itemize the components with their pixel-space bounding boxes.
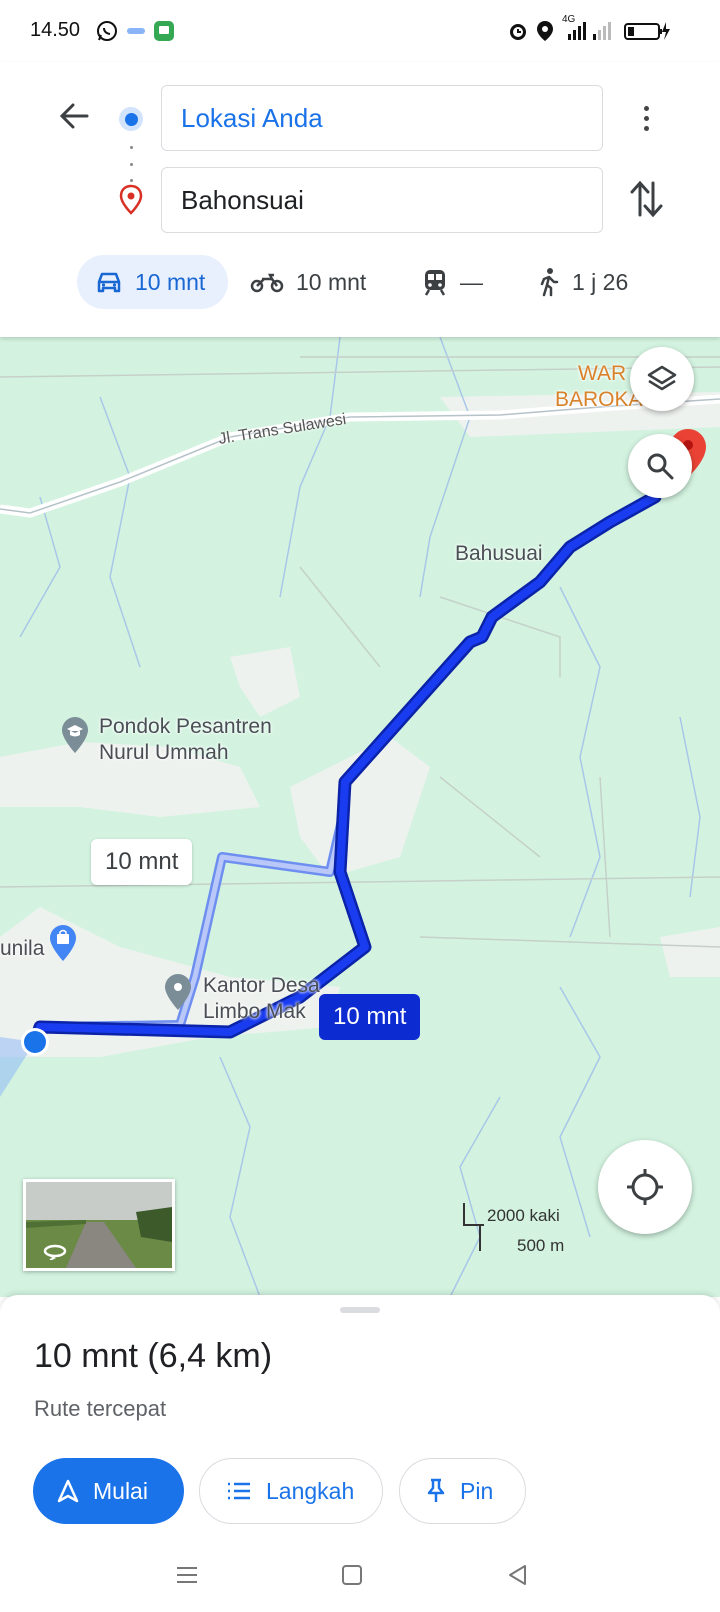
- main-route-time-chip[interactable]: 10 mnt: [319, 994, 421, 1040]
- pin-label: Pin: [460, 1477, 494, 1504]
- home-square-icon[interactable]: [337, 1560, 367, 1590]
- mode-walk[interactable]: 1 j 26: [518, 255, 646, 309]
- pin-button[interactable]: Pin: [399, 1458, 526, 1524]
- route-description: Rute tercepat: [34, 1396, 167, 1421]
- shopping-pin-icon[interactable]: [48, 923, 78, 963]
- scale-imperial: 2000 kaki: [487, 1206, 560, 1225]
- mode-car[interactable]: 10 mnt: [77, 255, 228, 309]
- back-triangle-icon[interactable]: [503, 1560, 533, 1590]
- map-scale: 2000 kaki 500 m: [463, 1199, 574, 1255]
- list-icon: [228, 1482, 250, 1500]
- menu-icon[interactable]: [172, 1560, 202, 1590]
- mode-motorcycle[interactable]: 10 mnt: [232, 255, 384, 309]
- battery-icon: [624, 22, 670, 40]
- route-duration-distance: 10 mnt (6,4 km): [34, 1337, 273, 1375]
- street-view-thumbnail[interactable]: [23, 1179, 175, 1271]
- mode-motorcycle-label: 10 mnt: [296, 268, 367, 295]
- app-notification-icon: [127, 28, 145, 34]
- motorcycle-icon: [250, 273, 284, 293]
- layers-button[interactable]: [630, 347, 694, 411]
- whatsapp-icon: [97, 21, 117, 41]
- map-view[interactable]: Jl. Trans Sulawesi Bahusuai WAR MAK BARO…: [0, 337, 720, 1297]
- my-location-button[interactable]: [598, 1140, 692, 1234]
- walk-icon: [540, 268, 559, 297]
- scale-metric: 500 m: [517, 1236, 565, 1255]
- crosshair-icon: [627, 1169, 663, 1205]
- location-icon: [537, 21, 553, 41]
- start-label: Mulai: [93, 1477, 148, 1504]
- route-connector-icon: [129, 146, 133, 182]
- destination-pin-icon: [119, 184, 143, 215]
- steps-button[interactable]: Langkah: [199, 1458, 383, 1524]
- search-along-route-button[interactable]: [628, 434, 692, 498]
- arrow-back-icon: [59, 103, 89, 129]
- origin-dot-icon: [119, 107, 143, 131]
- mode-walk-label: 1 j 26: [572, 268, 629, 295]
- route-summary-sheet[interactable]: 10 mnt (6,4 km) Rute tercepat Mulai Lang…: [0, 1295, 720, 1542]
- more-options-button[interactable]: [628, 98, 664, 138]
- steps-label: Langkah: [266, 1477, 355, 1504]
- rotate-360-icon: [43, 1244, 67, 1260]
- layers-icon: [647, 365, 677, 391]
- status-icons: 4G: [508, 14, 670, 42]
- origin-input[interactable]: Lokasi Anda: [161, 85, 603, 151]
- train-icon: [424, 270, 446, 296]
- travel-modes: 10 mnt 10 mnt — 1 j 26: [0, 255, 720, 311]
- search-icon: [647, 453, 674, 480]
- status-bar: 14.50 4G: [0, 0, 720, 62]
- mode-transit[interactable]: —: [404, 255, 501, 309]
- drag-handle[interactable]: [340, 1307, 380, 1313]
- car-icon: [97, 272, 121, 293]
- alarm-icon: [510, 24, 526, 40]
- shop-label[interactable]: unila: [0, 936, 44, 962]
- messages-icon: [154, 21, 174, 41]
- navigation-arrow-icon: [57, 1479, 79, 1503]
- office-label-line1[interactable]: Kantor Desa: [203, 973, 320, 999]
- village-label[interactable]: Bahusuai: [455, 541, 543, 567]
- alt-route-time-chip[interactable]: 10 mnt: [91, 839, 193, 885]
- system-navigation-bar: [0, 1542, 720, 1612]
- start-navigation-button[interactable]: Mulai: [33, 1458, 184, 1524]
- office-label-line2[interactable]: Limbo Mak: [203, 999, 306, 1025]
- directions-header: Lokasi Anda Bahonsuai 10 mnt 10 mnt — 1 …: [0, 62, 720, 337]
- swap-directions-button[interactable]: [626, 177, 666, 221]
- back-button[interactable]: [54, 96, 94, 136]
- office-pin-icon[interactable]: [163, 972, 193, 1012]
- pushpin-icon: [427, 1478, 445, 1502]
- status-time: 14.50: [30, 19, 81, 41]
- mode-car-label: 10 mnt: [135, 268, 206, 295]
- school-pin-icon[interactable]: [60, 715, 90, 755]
- mode-transit-label: —: [460, 268, 483, 295]
- school-label-line1[interactable]: Pondok Pesantren: [99, 714, 272, 740]
- school-label-line2[interactable]: Nurul Ummah: [99, 740, 229, 766]
- signal-icon: 4G: [562, 14, 616, 42]
- destination-input[interactable]: Bahonsuai: [161, 167, 603, 233]
